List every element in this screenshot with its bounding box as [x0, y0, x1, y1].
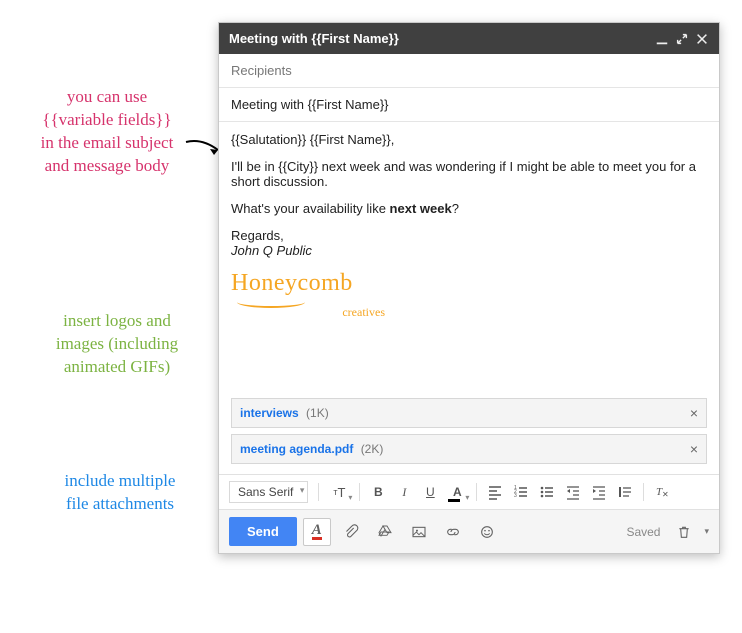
- minimize-icon[interactable]: [655, 32, 669, 46]
- body-paragraph-2: What's your availability like next week?: [231, 201, 707, 216]
- formatting-toolbar: Sans Serif тT B I U A 123 T✕: [219, 474, 719, 509]
- svg-text:✕: ✕: [662, 490, 669, 499]
- attachment-item[interactable]: meeting agenda.pdf (2K) ×: [231, 434, 707, 464]
- subject-field[interactable]: Meeting with {{First Name}}: [219, 88, 719, 122]
- attachment-size: (1K): [306, 406, 329, 420]
- close-icon[interactable]: [695, 32, 709, 46]
- titlebar: Meeting with {{First Name}}: [219, 23, 719, 54]
- attachment-name: meeting agenda.pdf: [240, 442, 353, 456]
- action-bar: Send A Saved ▾: [219, 509, 719, 553]
- indent-more-button[interactable]: [587, 479, 611, 505]
- attachment-item[interactable]: interviews (1K) ×: [231, 398, 707, 428]
- attachment-remove-icon[interactable]: ×: [690, 405, 698, 421]
- body-paragraph-1: I'll be in {{City}} next week and was wo…: [231, 159, 707, 189]
- remove-formatting-button[interactable]: T✕: [650, 479, 674, 505]
- body-greeting: {{Salutation}} {{First Name}},: [231, 132, 707, 147]
- insert-drive-button[interactable]: [371, 518, 399, 546]
- send-button[interactable]: Send: [229, 517, 297, 546]
- quote-button[interactable]: [613, 479, 637, 505]
- more-options-button[interactable]: ▾: [704, 526, 709, 537]
- align-button[interactable]: [483, 479, 507, 505]
- insert-photo-button[interactable]: [405, 518, 433, 546]
- recipients-field[interactable]: Recipients: [219, 54, 719, 88]
- signature: Regards, John Q Public: [231, 228, 707, 258]
- bullet-list-button[interactable]: [535, 479, 559, 505]
- inline-logo: Honeycomb creatives: [231, 270, 391, 320]
- attach-file-button[interactable]: [337, 518, 365, 546]
- discard-button[interactable]: [670, 518, 698, 546]
- attachment-remove-icon[interactable]: ×: [690, 441, 698, 457]
- bold-button[interactable]: B: [366, 479, 390, 505]
- message-body[interactable]: {{Salutation}} {{First Name}}, I'll be i…: [219, 122, 719, 392]
- indent-less-button[interactable]: [561, 479, 585, 505]
- font-family-select[interactable]: Sans Serif: [229, 481, 308, 503]
- compose-window: Meeting with {{First Name}} Recipients M…: [218, 22, 720, 554]
- expand-icon[interactable]: [675, 32, 689, 46]
- underline-button[interactable]: U: [418, 479, 442, 505]
- text-color-button[interactable]: A: [444, 479, 470, 505]
- annotation-variable-fields: you can use {{variable fields}} in the e…: [6, 86, 208, 178]
- window-title: Meeting with {{First Name}}: [229, 31, 399, 46]
- annotation-attachments: include multiple file attachments: [30, 470, 210, 516]
- svg-text:3: 3: [514, 493, 517, 499]
- saved-indicator: Saved: [626, 525, 660, 539]
- annotation-logos-images: insert logos and images (including anima…: [22, 310, 212, 379]
- insert-emoji-button[interactable]: [473, 518, 501, 546]
- font-size-select[interactable]: тT: [325, 479, 353, 505]
- formatting-options-button[interactable]: A: [303, 518, 331, 546]
- italic-button[interactable]: I: [392, 479, 416, 505]
- insert-link-button[interactable]: [439, 518, 467, 546]
- numbered-list-button[interactable]: 123: [509, 479, 533, 505]
- attachment-name: interviews: [240, 406, 299, 420]
- attachment-size: (2K): [361, 442, 384, 456]
